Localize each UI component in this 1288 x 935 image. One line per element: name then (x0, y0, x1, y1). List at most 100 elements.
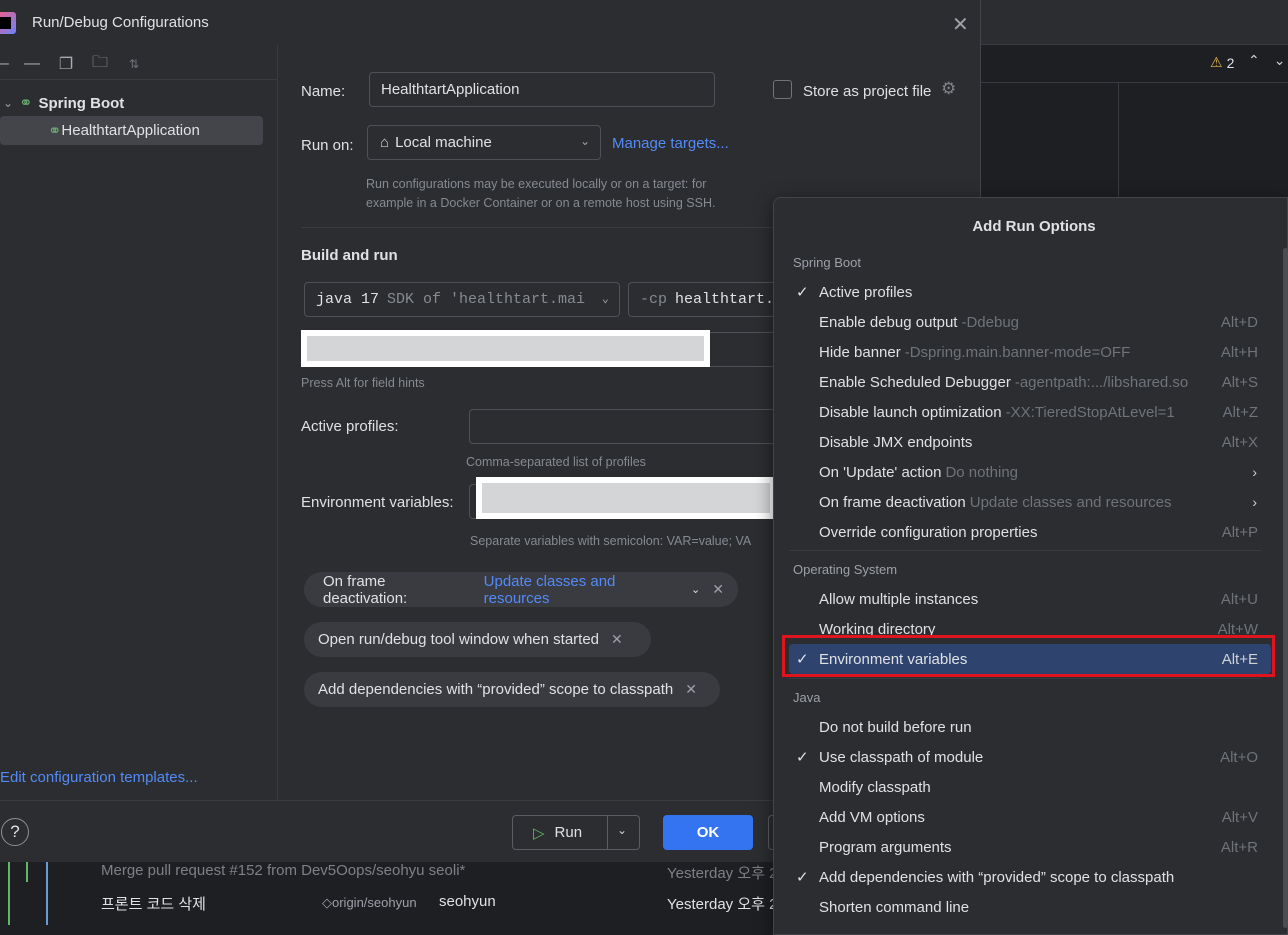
sort-icon[interactable]: ⇅ (124, 57, 144, 71)
close-icon[interactable]: ✕ (952, 12, 969, 37)
popup-option-label: Disable JMX endpoints (819, 433, 973, 451)
add-run-options-popup: Add Run Options Spring Boot ✓ Active profi… (773, 197, 1288, 935)
ok-button[interactable]: OK (663, 815, 753, 850)
git-graph-line (26, 862, 28, 882)
popup-option[interactable]: Disable JMX endpoints Alt+X (789, 427, 1271, 457)
close-icon[interactable]: ✕ (611, 631, 623, 648)
popup-option-name: Active profiles (819, 284, 912, 301)
git-graph-line (46, 862, 48, 925)
popup-option[interactable]: On 'Update' action Do nothing › (789, 457, 1271, 487)
classpath-dropdown[interactable]: -cp healthtart. (628, 282, 778, 317)
popup-option[interactable]: On frame deactivation Update classes and … (789, 487, 1271, 517)
chevron-down-icon[interactable]: ⌄ (691, 583, 700, 596)
check-icon: ✓ (796, 284, 809, 301)
popup-option-name: Override configuration properties (819, 524, 1037, 541)
gear-icon[interactable]: ⚙ (941, 79, 956, 99)
name-field[interactable]: HealthtartApplication (369, 72, 715, 107)
popup-option-name: Enable debug output -Ddebug (819, 314, 1019, 331)
popup-option[interactable]: Override configuration properties Alt+P (789, 517, 1271, 547)
popup-option[interactable]: ✓ Active profiles (789, 277, 1271, 307)
popup-option[interactable]: Add VM options Alt+V (789, 802, 1271, 832)
active-profiles-field[interactable] (469, 409, 779, 444)
popup-option-name: Do not build before run (819, 719, 972, 736)
popup-option[interactable]: Enable debug output -Ddebug Alt+D (789, 307, 1271, 337)
commit-date: Yesterday 오후 2 (667, 896, 778, 913)
commit-date: Yesterday 오후 2 (667, 865, 778, 882)
popup-scrollbar[interactable] (1283, 248, 1288, 928)
popup-option-name: Add dependencies with “provided” scope t… (819, 869, 1174, 886)
popup-option-label: Use classpath of module (819, 748, 984, 766)
tree-toolbar: – — ❐ 🗀 ⇅ (0, 53, 144, 75)
warning-count: 2 (1226, 54, 1235, 71)
chevron-right-icon: › (1252, 464, 1257, 480)
close-icon[interactable]: ✕ (712, 581, 724, 598)
popup-option[interactable]: Modify classpath (789, 772, 1271, 802)
branch-tag-label: origin/seohyun (332, 895, 417, 910)
chevron-down-icon: ⌄ (601, 292, 609, 306)
popup-option[interactable]: ✓ Use classpath of module Alt+O (789, 742, 1271, 772)
shortcut-label: Alt+S (1221, 373, 1258, 391)
chip-label: Add dependencies with “provided” scope t… (318, 681, 674, 698)
shortcut-label: Alt+U (1220, 590, 1258, 608)
popup-option-label: Enable debug output (819, 313, 958, 331)
popup-option[interactable]: Enable Scheduled Debugger -agentpath:.../… (789, 367, 1271, 397)
copy-icon[interactable]: ❐ (56, 54, 76, 74)
edit-templates-link[interactable]: Edit configuration templates... (0, 769, 198, 786)
popup-option-name: On frame deactivation Update classes and … (819, 494, 1172, 511)
popup-option-label: Disable launch optimization (819, 403, 1002, 421)
add-icon[interactable]: – (0, 55, 9, 73)
popup-option[interactable]: Allow multiple instances Alt+U (789, 584, 1271, 614)
popup-option-label: On 'Update' action (819, 463, 942, 481)
chevron-down-icon[interactable]: ⌄ (617, 823, 627, 837)
popup-option-hint: Update classes and resources (969, 493, 1172, 511)
tree-item-healthtart[interactable]: ⚭ HealthtartApplication (0, 116, 263, 145)
popup-option[interactable]: Hide banner -Dspring.main.banner-mode=OFF… (789, 337, 1271, 367)
chip-provided-scope[interactable]: Add dependencies with “provided” scope t… (304, 672, 720, 707)
run-on-dropdown[interactable]: ⌂ Local machine ⌄ (367, 125, 601, 160)
new-folder-icon[interactable]: 🗀 (90, 51, 110, 78)
popup-option[interactable]: Program arguments Alt+R (789, 832, 1271, 862)
store-as-project-checkbox[interactable] (773, 80, 792, 99)
tree-group-spring-boot[interactable]: ⌄ ⚭ Spring Boot (0, 93, 124, 113)
check-icon: ✓ (796, 869, 809, 886)
popup-option[interactable]: ✓ Add dependencies with “provided” scope … (789, 862, 1271, 892)
popup-option-name: Add VM options (819, 809, 925, 826)
close-icon[interactable]: ✕ (685, 681, 697, 698)
popup-option-hint: -agentpath:.../libshared.so (1014, 373, 1189, 391)
chevron-down-icon[interactable]: ⌄ (3, 96, 13, 110)
run-button[interactable]: ▷ Run ⌄ (512, 815, 640, 850)
popup-option[interactable]: Disable launch optimization -XX:TieredSto… (789, 397, 1271, 427)
ide-title-bar (980, 0, 1288, 45)
name-label: Name: (301, 83, 346, 100)
chip-open-tool-window[interactable]: Open run/debug tool window when started … (304, 622, 651, 657)
inspection-nav: ⌃ ⌄ (1248, 52, 1285, 69)
inspection-warnings[interactable]: ⚠ 2 (1210, 54, 1234, 71)
remove-icon[interactable]: — (22, 55, 42, 73)
help-button[interactable]: ? (1, 818, 29, 846)
shortcut-label: Alt+P (1221, 523, 1258, 541)
chevron-up-icon[interactable]: ⌃ (1248, 52, 1260, 69)
popup-option-label: Add dependencies with “provided” scope t… (819, 868, 1175, 886)
jdk-dropdown[interactable]: java 17 SDK of 'healthtart.mai ⌄ (304, 282, 620, 317)
chevron-down-icon[interactable]: ⌄ (1274, 52, 1286, 69)
cp-prefix: -cp (640, 291, 668, 308)
active-profiles-label: Active profiles: (301, 418, 399, 435)
spring-boot-icon: ⚭ (19, 95, 33, 112)
popup-option-name: Hide banner -Dspring.main.banner-mode=OFF (819, 344, 1130, 361)
popup-option-name: On 'Update' action Do nothing (819, 464, 1018, 481)
popup-title: Add Run Options (972, 218, 1096, 235)
popup-option[interactable]: Do not build before run (789, 712, 1271, 742)
popup-option-name: Program arguments (819, 839, 952, 856)
manage-targets-link[interactable]: Manage targets... (612, 135, 729, 152)
shortcut-label: Alt+Z (1222, 403, 1258, 421)
popup-option-label: Active profiles (819, 283, 913, 301)
cp-value: healthtart. (675, 291, 775, 308)
redacted-env-vars (476, 477, 776, 519)
run-on-label: Run on: (301, 137, 354, 154)
chip-value-link[interactable]: Update classes and resources (484, 573, 685, 607)
popup-option-label: Add VM options (819, 808, 925, 826)
chip-frame-deactivation[interactable]: On frame deactivation: Update classes an… (304, 572, 738, 607)
popup-option-name: Shorten command line (819, 899, 969, 916)
popup-option-label: On frame deactivation (819, 493, 966, 511)
popup-option[interactable]: Shorten command line (789, 892, 1271, 922)
